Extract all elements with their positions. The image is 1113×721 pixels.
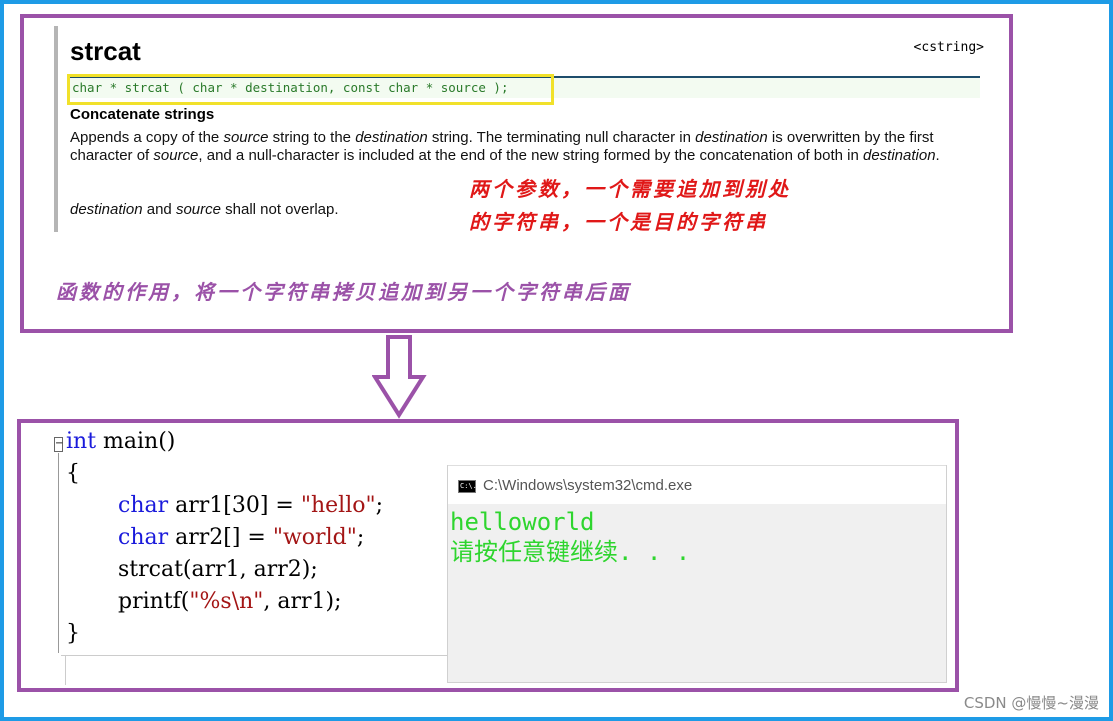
description: Appends a copy of the source string to t… xyxy=(70,129,985,165)
desc-text: and xyxy=(142,201,176,218)
desc-param: destination xyxy=(862,147,936,164)
desc-param: destination xyxy=(70,201,143,218)
reference-panel: strcat <cstring> char * strcat ( char * … xyxy=(20,14,1013,333)
keyword: char xyxy=(118,525,169,550)
code-line: char arr2[] = "world"; xyxy=(118,525,364,550)
desc-text: shall not overlap. xyxy=(220,201,339,218)
code-text: printf( xyxy=(118,589,190,614)
console-output: helloworld 请按任意键继续. . . xyxy=(450,507,690,567)
code-line: int main() xyxy=(66,429,175,454)
desc-text: . xyxy=(935,147,940,164)
watermark: CSDN @慢慢~漫漫 xyxy=(963,694,1099,712)
console-window[interactable]: C:\. C:\Windows\system32\cmd.exe hellowo… xyxy=(447,465,947,683)
console-titlebar[interactable]: C:\. C:\Windows\system32\cmd.exe xyxy=(448,465,946,504)
desc-text: Appends a copy of the xyxy=(70,129,224,146)
function-subtitle: Concatenate strings xyxy=(70,106,215,123)
header-tag[interactable]: <cstring> xyxy=(914,40,984,55)
overlap-note: destination and source shall not overlap… xyxy=(70,201,339,218)
code-line: printf("%s\n", arr1); xyxy=(118,589,342,614)
desc-text: , and a null-character is included at th… xyxy=(198,147,863,164)
desc-text: string to the xyxy=(268,129,356,146)
code-text: ; xyxy=(356,525,365,550)
desc-param: source xyxy=(175,201,221,218)
editor-divider xyxy=(61,655,461,656)
code-text: main() xyxy=(96,429,176,454)
code-line: strcat(arr1, arr2); xyxy=(118,557,318,582)
string-literal: "world" xyxy=(272,525,357,550)
desc-text: string. The terminating null character i… xyxy=(427,129,696,146)
keyword: char xyxy=(118,493,169,518)
code-text: arr1[30] = xyxy=(168,493,301,518)
params-note-line1: 两个参数，一个需要追加到别处 xyxy=(469,177,791,201)
code-line: } xyxy=(66,621,80,646)
down-arrow-icon xyxy=(372,335,427,419)
prototype-highlight xyxy=(67,74,554,105)
code-line: char arr1[30] = "hello"; xyxy=(118,493,383,518)
console-line: helloworld xyxy=(450,508,595,536)
desc-param: source xyxy=(223,129,269,146)
string-literal: "hello" xyxy=(300,493,376,518)
purpose-note: 函数的作用，将一个字符串拷贝追加到另一个字符串后面 xyxy=(56,280,631,304)
string-literal: "%s\n" xyxy=(189,589,264,614)
desc-param: destination xyxy=(695,129,768,146)
console-line: 请按任意键继续. . . xyxy=(450,538,691,566)
code-text: ; xyxy=(375,493,384,518)
code-line: { xyxy=(66,461,80,486)
console-title: C:\Windows\system32\cmd.exe xyxy=(483,477,693,494)
code-text: , arr1); xyxy=(263,589,342,614)
params-note-line2: 的字符串，一个是目的字符串 xyxy=(469,210,768,234)
cmd-icon: C:\. xyxy=(458,480,477,493)
desc-param: destination xyxy=(355,129,428,146)
editor-divider xyxy=(65,655,66,685)
keyword: int xyxy=(66,429,97,454)
code-text: arr2[] = xyxy=(168,525,273,550)
desc-param: source xyxy=(153,147,199,164)
fold-guide xyxy=(58,453,59,653)
code-panel: − int main() { char arr1[30] = "hello"; … xyxy=(17,419,959,692)
collapse-icon[interactable]: − xyxy=(54,437,63,452)
function-title: strcat xyxy=(70,36,141,66)
